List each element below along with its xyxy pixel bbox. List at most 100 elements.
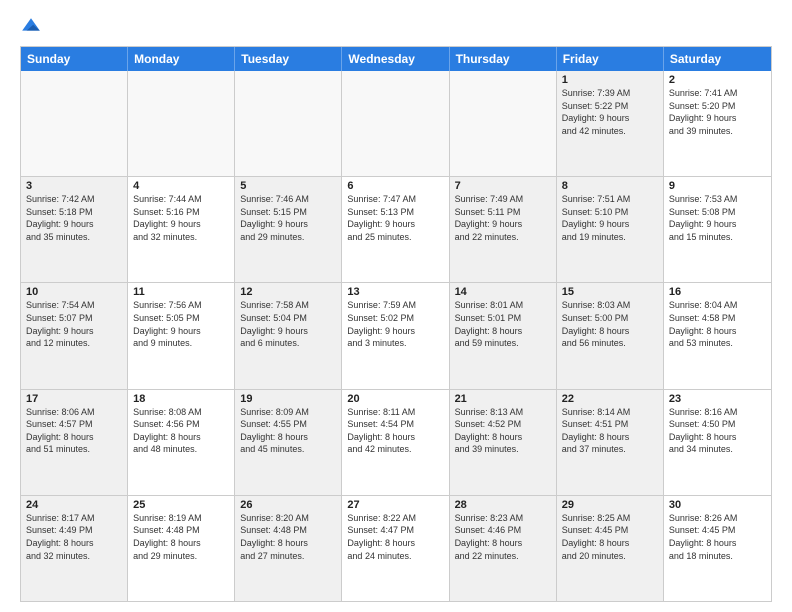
day-number: 9: [669, 180, 766, 192]
header-cell-sunday: Sunday: [21, 47, 128, 71]
day-number: 2: [669, 74, 766, 86]
calendar-cell: 12Sunrise: 7:58 AM Sunset: 5:04 PM Dayli…: [235, 283, 342, 388]
day-info: Sunrise: 8:23 AM Sunset: 4:46 PM Dayligh…: [455, 512, 551, 562]
calendar-cell: [450, 71, 557, 176]
day-info: Sunrise: 8:14 AM Sunset: 4:51 PM Dayligh…: [562, 406, 658, 456]
calendar-cell: 15Sunrise: 8:03 AM Sunset: 5:00 PM Dayli…: [557, 283, 664, 388]
day-number: 4: [133, 180, 229, 192]
calendar-cell: 20Sunrise: 8:11 AM Sunset: 4:54 PM Dayli…: [342, 390, 449, 495]
day-number: 3: [26, 180, 122, 192]
day-info: Sunrise: 7:42 AM Sunset: 5:18 PM Dayligh…: [26, 193, 122, 243]
calendar-cell: 3Sunrise: 7:42 AM Sunset: 5:18 PM Daylig…: [21, 177, 128, 282]
day-number: 16: [669, 286, 766, 298]
day-info: Sunrise: 7:53 AM Sunset: 5:08 PM Dayligh…: [669, 193, 766, 243]
calendar-cell: 10Sunrise: 7:54 AM Sunset: 5:07 PM Dayli…: [21, 283, 128, 388]
day-number: 6: [347, 180, 443, 192]
day-number: 7: [455, 180, 551, 192]
day-number: 8: [562, 180, 658, 192]
calendar-cell: 27Sunrise: 8:22 AM Sunset: 4:47 PM Dayli…: [342, 496, 449, 601]
calendar-cell: 9Sunrise: 7:53 AM Sunset: 5:08 PM Daylig…: [664, 177, 771, 282]
day-number: 26: [240, 499, 336, 511]
day-number: 12: [240, 286, 336, 298]
calendar-cell: 8Sunrise: 7:51 AM Sunset: 5:10 PM Daylig…: [557, 177, 664, 282]
day-info: Sunrise: 8:17 AM Sunset: 4:49 PM Dayligh…: [26, 512, 122, 562]
header-cell-tuesday: Tuesday: [235, 47, 342, 71]
header-cell-thursday: Thursday: [450, 47, 557, 71]
day-info: Sunrise: 8:20 AM Sunset: 4:48 PM Dayligh…: [240, 512, 336, 562]
calendar-cell: 25Sunrise: 8:19 AM Sunset: 4:48 PM Dayli…: [128, 496, 235, 601]
calendar-cell: 14Sunrise: 8:01 AM Sunset: 5:01 PM Dayli…: [450, 283, 557, 388]
calendar-body: 1Sunrise: 7:39 AM Sunset: 5:22 PM Daylig…: [21, 71, 771, 601]
calendar-cell: 11Sunrise: 7:56 AM Sunset: 5:05 PM Dayli…: [128, 283, 235, 388]
day-number: 15: [562, 286, 658, 298]
calendar-cell: 30Sunrise: 8:26 AM Sunset: 4:45 PM Dayli…: [664, 496, 771, 601]
day-info: Sunrise: 8:26 AM Sunset: 4:45 PM Dayligh…: [669, 512, 766, 562]
header-cell-saturday: Saturday: [664, 47, 771, 71]
logo: [20, 16, 46, 38]
calendar-cell: 17Sunrise: 8:06 AM Sunset: 4:57 PM Dayli…: [21, 390, 128, 495]
day-info: Sunrise: 7:54 AM Sunset: 5:07 PM Dayligh…: [26, 299, 122, 349]
header-cell-wednesday: Wednesday: [342, 47, 449, 71]
day-number: 29: [562, 499, 658, 511]
top-section: [20, 16, 772, 38]
day-info: Sunrise: 7:49 AM Sunset: 5:11 PM Dayligh…: [455, 193, 551, 243]
calendar-row: 1Sunrise: 7:39 AM Sunset: 5:22 PM Daylig…: [21, 71, 771, 177]
day-info: Sunrise: 8:16 AM Sunset: 4:50 PM Dayligh…: [669, 406, 766, 456]
calendar-cell: [235, 71, 342, 176]
calendar-cell: 28Sunrise: 8:23 AM Sunset: 4:46 PM Dayli…: [450, 496, 557, 601]
day-info: Sunrise: 8:06 AM Sunset: 4:57 PM Dayligh…: [26, 406, 122, 456]
day-number: 5: [240, 180, 336, 192]
day-info: Sunrise: 8:19 AM Sunset: 4:48 PM Dayligh…: [133, 512, 229, 562]
calendar-cell: 18Sunrise: 8:08 AM Sunset: 4:56 PM Dayli…: [128, 390, 235, 495]
day-info: Sunrise: 7:51 AM Sunset: 5:10 PM Dayligh…: [562, 193, 658, 243]
header-cell-monday: Monday: [128, 47, 235, 71]
calendar-cell: 24Sunrise: 8:17 AM Sunset: 4:49 PM Dayli…: [21, 496, 128, 601]
day-info: Sunrise: 8:22 AM Sunset: 4:47 PM Dayligh…: [347, 512, 443, 562]
calendar-cell: [21, 71, 128, 176]
calendar-cell: 7Sunrise: 7:49 AM Sunset: 5:11 PM Daylig…: [450, 177, 557, 282]
calendar-cell: [128, 71, 235, 176]
day-number: 30: [669, 499, 766, 511]
calendar-cell: 23Sunrise: 8:16 AM Sunset: 4:50 PM Dayli…: [664, 390, 771, 495]
day-info: Sunrise: 8:08 AM Sunset: 4:56 PM Dayligh…: [133, 406, 229, 456]
day-info: Sunrise: 7:44 AM Sunset: 5:16 PM Dayligh…: [133, 193, 229, 243]
day-info: Sunrise: 7:47 AM Sunset: 5:13 PM Dayligh…: [347, 193, 443, 243]
day-number: 17: [26, 393, 122, 405]
calendar: SundayMondayTuesdayWednesdayThursdayFrid…: [20, 46, 772, 602]
day-number: 20: [347, 393, 443, 405]
day-info: Sunrise: 8:09 AM Sunset: 4:55 PM Dayligh…: [240, 406, 336, 456]
day-info: Sunrise: 7:46 AM Sunset: 5:15 PM Dayligh…: [240, 193, 336, 243]
day-number: 1: [562, 74, 658, 86]
calendar-cell: 16Sunrise: 8:04 AM Sunset: 4:58 PM Dayli…: [664, 283, 771, 388]
day-number: 11: [133, 286, 229, 298]
day-info: Sunrise: 7:41 AM Sunset: 5:20 PM Dayligh…: [669, 87, 766, 137]
day-info: Sunrise: 8:25 AM Sunset: 4:45 PM Dayligh…: [562, 512, 658, 562]
logo-icon: [20, 16, 42, 38]
day-number: 10: [26, 286, 122, 298]
day-info: Sunrise: 7:58 AM Sunset: 5:04 PM Dayligh…: [240, 299, 336, 349]
calendar-cell: 19Sunrise: 8:09 AM Sunset: 4:55 PM Dayli…: [235, 390, 342, 495]
calendar-header: SundayMondayTuesdayWednesdayThursdayFrid…: [21, 47, 771, 71]
day-number: 25: [133, 499, 229, 511]
day-info: Sunrise: 7:39 AM Sunset: 5:22 PM Dayligh…: [562, 87, 658, 137]
calendar-cell: 2Sunrise: 7:41 AM Sunset: 5:20 PM Daylig…: [664, 71, 771, 176]
calendar-cell: 4Sunrise: 7:44 AM Sunset: 5:16 PM Daylig…: [128, 177, 235, 282]
calendar-cell: 21Sunrise: 8:13 AM Sunset: 4:52 PM Dayli…: [450, 390, 557, 495]
day-number: 13: [347, 286, 443, 298]
day-number: 22: [562, 393, 658, 405]
calendar-cell: 22Sunrise: 8:14 AM Sunset: 4:51 PM Dayli…: [557, 390, 664, 495]
day-info: Sunrise: 8:04 AM Sunset: 4:58 PM Dayligh…: [669, 299, 766, 349]
day-number: 28: [455, 499, 551, 511]
calendar-cell: 5Sunrise: 7:46 AM Sunset: 5:15 PM Daylig…: [235, 177, 342, 282]
calendar-row: 17Sunrise: 8:06 AM Sunset: 4:57 PM Dayli…: [21, 390, 771, 496]
page: SundayMondayTuesdayWednesdayThursdayFrid…: [0, 0, 792, 612]
day-info: Sunrise: 8:01 AM Sunset: 5:01 PM Dayligh…: [455, 299, 551, 349]
day-number: 24: [26, 499, 122, 511]
header-cell-friday: Friday: [557, 47, 664, 71]
calendar-cell: 1Sunrise: 7:39 AM Sunset: 5:22 PM Daylig…: [557, 71, 664, 176]
day-info: Sunrise: 7:59 AM Sunset: 5:02 PM Dayligh…: [347, 299, 443, 349]
calendar-cell: 29Sunrise: 8:25 AM Sunset: 4:45 PM Dayli…: [557, 496, 664, 601]
day-info: Sunrise: 8:13 AM Sunset: 4:52 PM Dayligh…: [455, 406, 551, 456]
day-number: 19: [240, 393, 336, 405]
day-number: 14: [455, 286, 551, 298]
